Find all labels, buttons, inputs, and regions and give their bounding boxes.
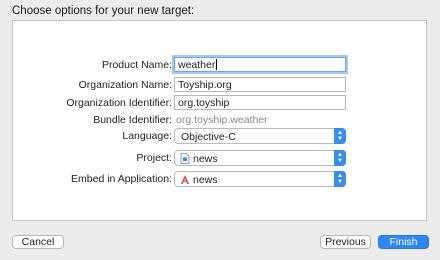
embed-value: news	[193, 174, 218, 186]
organization-name-row: Organization Name: Toyship.org	[13, 77, 426, 95]
embed-label: Embed in Application:	[71, 173, 172, 185]
project-file-icon	[180, 153, 190, 164]
bundle-identifier-value: org.toyship.weather	[176, 114, 268, 126]
project-label: Project:	[136, 152, 172, 164]
project-row: Project: news ▲ ▼	[13, 150, 426, 168]
dialog-title: Choose options for your new target:	[12, 5, 195, 17]
embed-row: Embed in Application: news ▲ ▼	[13, 171, 426, 189]
organization-name-label: Organization Name:	[78, 79, 172, 91]
language-row: Language: Objective-C ▲ ▼	[13, 128, 426, 146]
project-popup[interactable]: news ▲ ▼	[174, 150, 346, 166]
product-name-value: weather	[178, 59, 216, 71]
organization-name-field[interactable]: Toyship.org	[174, 77, 346, 92]
project-value: news	[193, 153, 218, 165]
organization-identifier-row: Organization Identifier: org.toyship	[13, 95, 426, 113]
product-name-field[interactable]: weather	[174, 57, 346, 72]
up-down-arrows-icon: ▲ ▼	[334, 128, 346, 144]
cancel-button[interactable]: Cancel	[12, 235, 64, 249]
product-name-label: Product Name:	[101, 59, 172, 71]
product-name-row: Product Name: weather	[13, 57, 426, 75]
finish-button[interactable]: Finish	[378, 235, 429, 249]
embed-popup[interactable]: news ▲ ▼	[174, 171, 346, 187]
organization-identifier-label: Organization Identifier:	[66, 97, 172, 109]
language-value: Objective-C	[181, 131, 236, 143]
up-down-arrows-icon: ▲ ▼	[334, 150, 346, 166]
language-popup[interactable]: Objective-C ▲ ▼	[174, 128, 346, 144]
organization-identifier-field[interactable]: org.toyship	[174, 95, 346, 110]
options-panel: Product Name: weather Organization Name:…	[12, 20, 427, 221]
up-down-arrows-icon: ▲ ▼	[334, 171, 346, 187]
bundle-identifier-label: Bundle Identifier:	[93, 114, 172, 126]
text-caret	[216, 59, 218, 70]
language-label: Language:	[122, 130, 172, 142]
app-target-icon	[181, 175, 189, 184]
previous-button[interactable]: Previous	[320, 235, 371, 249]
